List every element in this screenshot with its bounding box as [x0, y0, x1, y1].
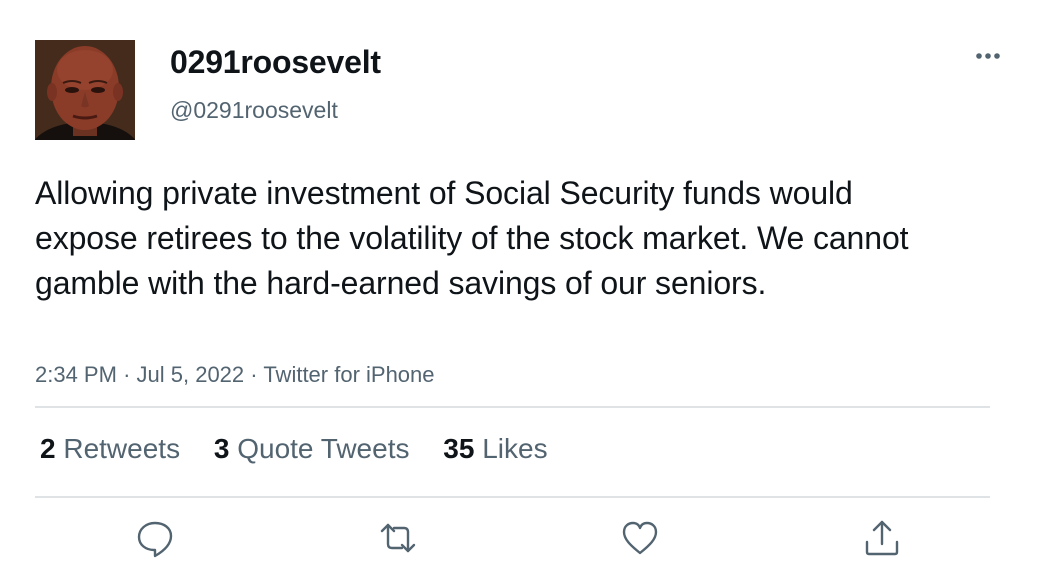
- reply-icon: [137, 521, 173, 558]
- engagement-stats: 2 Retweets 3 Quote Tweets 35 Likes: [40, 432, 574, 466]
- more-icon: [976, 53, 1000, 59]
- retweets-count: 2: [40, 433, 56, 464]
- tweet-time[interactable]: 2:34 PM: [35, 362, 117, 387]
- quote-tweets-stat[interactable]: 3 Quote Tweets: [214, 432, 410, 466]
- tweet-meta: 2:34 PM · Jul 5, 2022 · Twitter for iPho…: [35, 361, 435, 389]
- display-name[interactable]: 0291roosevelt: [170, 42, 381, 82]
- divider: [35, 496, 990, 498]
- tweet-text: Allowing private investment of Social Se…: [35, 175, 909, 301]
- share-button[interactable]: [862, 518, 902, 558]
- more-options-button[interactable]: [968, 40, 1008, 72]
- quote-tweets-label: Quote Tweets: [237, 433, 410, 464]
- divider: [35, 406, 990, 408]
- profile-photo: [35, 40, 135, 140]
- tweet-source[interactable]: Twitter for iPhone: [263, 362, 434, 387]
- likes-count: 35: [443, 433, 475, 464]
- share-icon: [865, 520, 899, 556]
- user-handle[interactable]: @0291roosevelt: [170, 96, 338, 124]
- likes-label: Likes: [482, 433, 548, 464]
- heart-icon: [622, 521, 658, 555]
- quote-tweets-count: 3: [213, 433, 230, 464]
- tweet-date[interactable]: Jul 5, 2022: [137, 362, 245, 387]
- likes-stat[interactable]: 35 Likes: [443, 432, 547, 466]
- retweets-stat[interactable]: 2 Retweets: [40, 432, 180, 466]
- retweet-button[interactable]: [378, 518, 418, 558]
- avatar[interactable]: [35, 40, 135, 140]
- like-button[interactable]: [620, 518, 660, 558]
- reply-button[interactable]: [135, 518, 175, 558]
- retweets-label: Retweets: [63, 433, 181, 464]
- retweet-icon: [380, 523, 416, 553]
- meta-separator: ·: [250, 362, 258, 387]
- meta-separator: ·: [123, 362, 131, 387]
